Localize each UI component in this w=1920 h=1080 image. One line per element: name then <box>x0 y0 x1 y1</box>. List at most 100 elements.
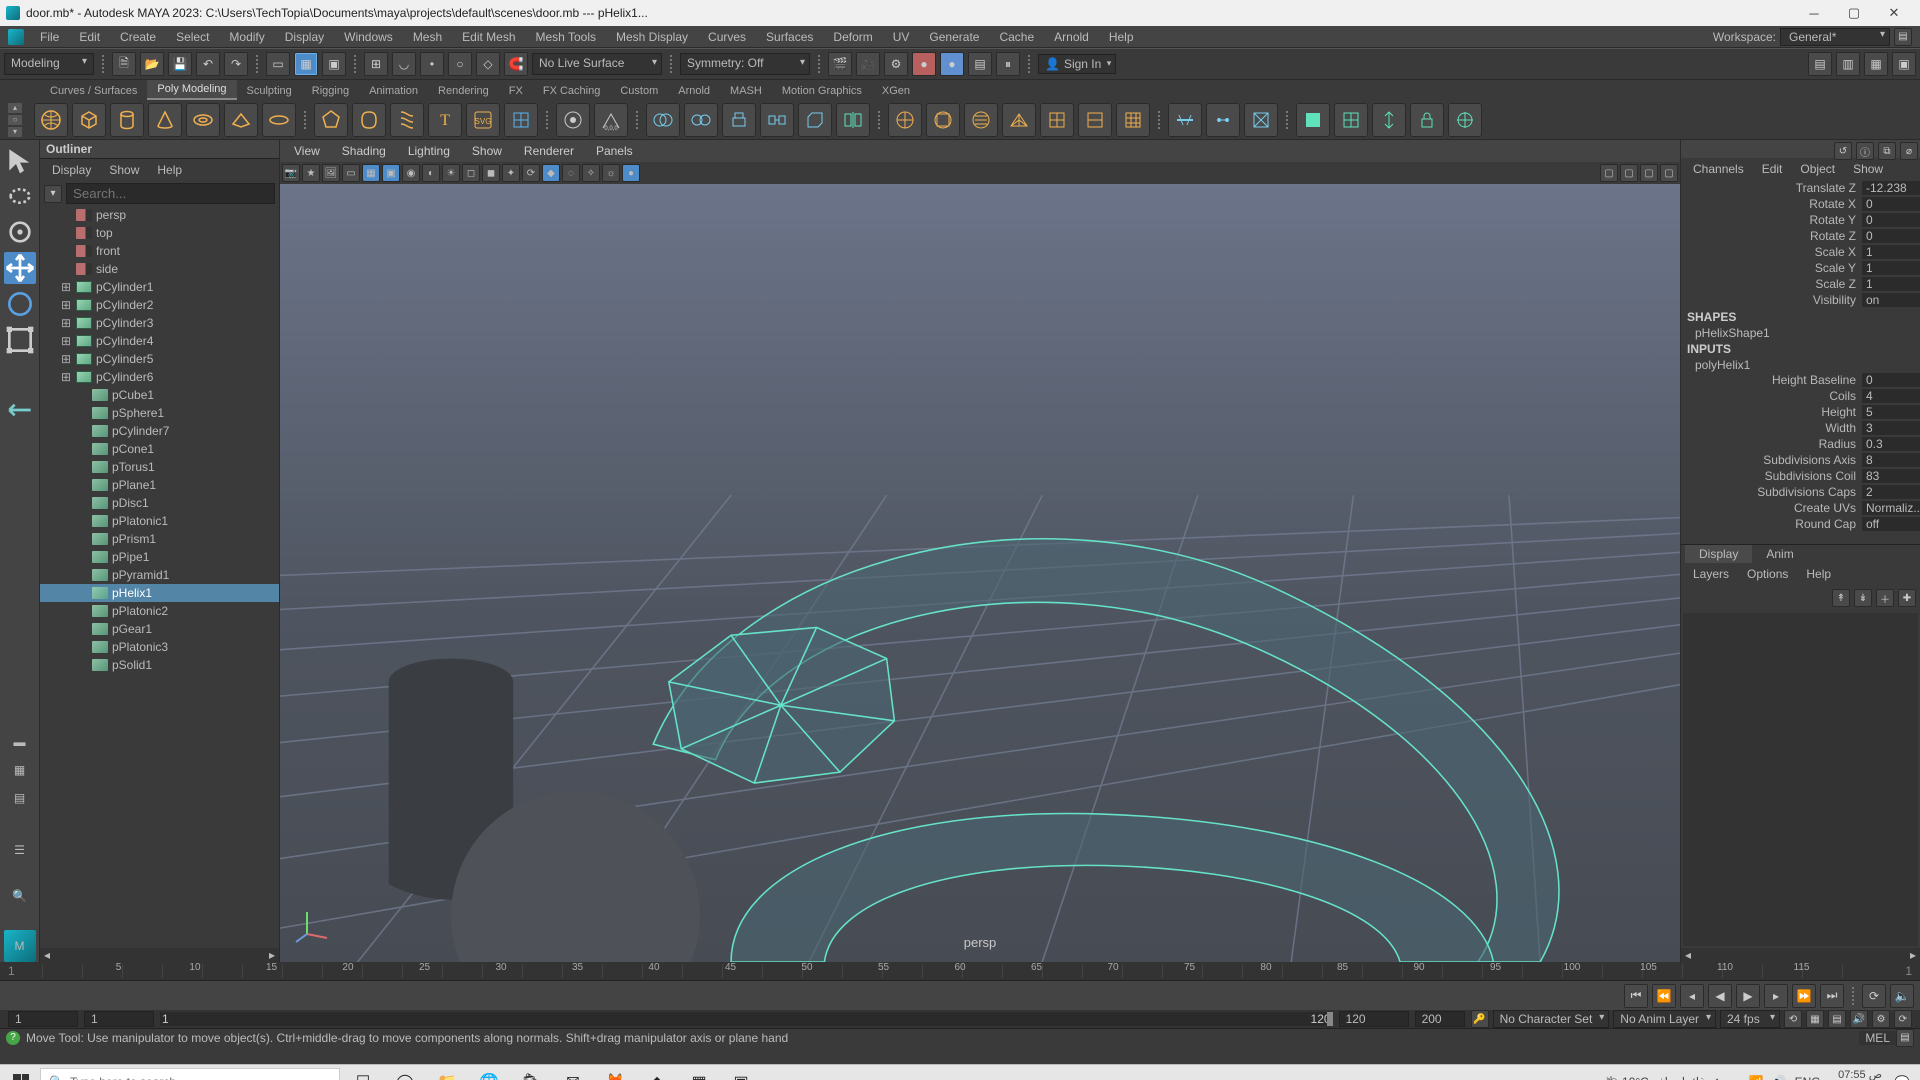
panel-toggle-toolsettings-icon[interactable]: ▥ <box>1836 52 1860 76</box>
shelf-tab-arnold[interactable]: Arnold <box>668 82 720 100</box>
character-set-dropdown[interactable]: No Character Set <box>1493 1010 1610 1028</box>
range-outer-start[interactable]: 1 <box>8 1011 78 1027</box>
play-backwards-icon[interactable]: ◀ <box>1708 984 1732 1008</box>
vptool-shaded-icon[interactable]: ◉ <box>402 164 420 182</box>
workspace-dropdown[interactable]: General* <box>1780 28 1890 46</box>
outliner-item[interactable]: pPlatonic3 <box>40 638 279 656</box>
range-extra[interactable]: 200 <box>1415 1011 1465 1027</box>
input-attr-value[interactable]: 5 <box>1862 405 1920 419</box>
menu-display[interactable]: Display <box>275 27 334 47</box>
step-back-frame-icon[interactable]: ◂ <box>1680 984 1704 1008</box>
input-attr-value[interactable]: Normaliz... <box>1862 501 1920 515</box>
shelf-remesh-icon[interactable] <box>1116 103 1150 137</box>
tray-chevron-icon[interactable]: ˄ <box>1714 1075 1721 1080</box>
menu-generate[interactable]: Generate <box>919 27 989 47</box>
outliner-item[interactable]: persp <box>40 206 279 224</box>
search-tool[interactable]: 🔍 <box>4 880 36 912</box>
loop-icon[interactable]: ⟳ <box>1862 984 1886 1008</box>
shelf-triangulate-icon[interactable] <box>1002 103 1036 137</box>
menu-modify[interactable]: Modify <box>219 27 274 47</box>
pause-icon[interactable]: ⏸ <box>996 52 1020 76</box>
shelf-tab-rendering[interactable]: Rendering <box>428 82 499 100</box>
ipr-render-icon[interactable]: 🎥 <box>856 52 880 76</box>
channel-value[interactable]: 0 <box>1862 229 1920 243</box>
vptool-2[interactable]: ▢ <box>1620 164 1638 182</box>
shelf-superellipse-icon[interactable] <box>352 103 386 137</box>
shelf-poly-torus-icon[interactable] <box>186 103 220 137</box>
tray-network-icon[interactable]: 📶 <box>1749 1075 1764 1080</box>
taskbar-app-misc2-icon[interactable]: ▣ <box>722 1068 760 1080</box>
vptool-shadows-icon[interactable]: ◻ <box>462 164 480 182</box>
range-opt5-icon[interactable]: ⟳ <box>1894 1010 1912 1028</box>
shelf-down-icon[interactable]: ▾ <box>8 127 22 137</box>
chtab-show[interactable]: Show <box>1845 160 1891 178</box>
fps-dropdown[interactable]: 24 fps <box>1720 1010 1780 1028</box>
taskbar-app-mail-icon[interactable]: ✉ <box>554 1068 592 1080</box>
shelf-tab-curvessurfaces[interactable]: Curves / Surfaces <box>40 82 147 100</box>
menu-help[interactable]: Help <box>1099 27 1144 47</box>
anim-layer-dropdown[interactable]: No Anim Layer <box>1613 1010 1716 1028</box>
shelf-svg-import-icon[interactable]: SVG <box>466 103 500 137</box>
snap-projected-icon[interactable]: ○ <box>448 52 472 76</box>
play-forwards-icon[interactable]: ▶ <box>1736 984 1760 1008</box>
chtab-object[interactable]: Object <box>1792 160 1843 178</box>
menu-editmesh[interactable]: Edit Mesh <box>452 27 525 47</box>
menu-curves[interactable]: Curves <box>698 27 756 47</box>
input-attr-value[interactable]: 2 <box>1862 485 1920 499</box>
layer-add-icon[interactable]: ＋ <box>1876 589 1894 607</box>
input-attr-value[interactable]: 0.3 <box>1862 437 1920 451</box>
taskbar-app-explorer-icon[interactable]: 📁 <box>428 1068 466 1080</box>
vptool-select-camera-icon[interactable]: 📷 <box>282 164 300 182</box>
new-scene-icon[interactable]: 🗎 <box>112 52 136 76</box>
panel-toggle-channelbox-icon[interactable]: ▤ <box>1808 52 1832 76</box>
vptool-ao-icon[interactable]: ◼ <box>482 164 500 182</box>
undo-icon[interactable]: ↶ <box>196 52 220 76</box>
outliner-item[interactable]: pCone1 <box>40 440 279 458</box>
menu-meshdisplay[interactable]: Mesh Display <box>606 27 698 47</box>
audio-icon[interactable]: 🔈 <box>1890 984 1914 1008</box>
layout-single-icon[interactable]: ▬ <box>8 730 32 754</box>
input-attr-value[interactable]: 3 <box>1862 421 1920 435</box>
shelf-poly-plane-icon[interactable] <box>224 103 258 137</box>
menu-mesh[interactable]: Mesh <box>403 27 452 47</box>
shelf-tab-mash[interactable]: MASH <box>720 82 772 100</box>
vptool-bookmark-icon[interactable]: ★ <box>302 164 320 182</box>
go-to-start-icon[interactable]: ⏮ <box>1624 984 1648 1008</box>
menu-cache[interactable]: Cache <box>989 27 1044 47</box>
channel-hscroll[interactable]: ◂▸ <box>1681 948 1920 962</box>
range-opt3-icon[interactable]: 🔊 <box>1850 1010 1868 1028</box>
shelf-normals-soft-icon[interactable] <box>1296 103 1330 137</box>
tab-anim[interactable]: Anim <box>1752 545 1807 563</box>
open-scene-icon[interactable]: 📂 <box>140 52 164 76</box>
outliner-item[interactable]: pCube1 <box>40 386 279 404</box>
vptool-gate-icon[interactable]: ▭ <box>342 164 360 182</box>
viewport-menu-show[interactable]: Show <box>462 142 512 160</box>
shelf-tab-animation[interactable]: Animation <box>359 82 428 100</box>
outliner-item[interactable]: pPlatonic1 <box>40 512 279 530</box>
outliner-list[interactable]: persptopfrontside⊞pCylinder1⊞pCylinder2⊞… <box>40 206 279 948</box>
time-start[interactable]: 1 <box>8 964 38 978</box>
range-opt1-icon[interactable]: ▦ <box>1806 1010 1824 1028</box>
shelf-tab-custom[interactable]: Custom <box>610 82 668 100</box>
hypershade-icon[interactable]: ● <box>912 52 936 76</box>
shelf-target-weld-icon[interactable] <box>1206 103 1240 137</box>
shelf-normals-hard-icon[interactable] <box>1334 103 1368 137</box>
time-end[interactable]: 1 <box>1882 964 1912 978</box>
snap-point-icon[interactable]: • <box>420 52 444 76</box>
viewport-menu-shading[interactable]: Shading <box>332 142 396 160</box>
outliner-item[interactable]: pGear1 <box>40 620 279 638</box>
live-surface-field[interactable]: No Live Surface <box>532 53 662 75</box>
menu-meshtools[interactable]: Mesh Tools <box>526 27 606 47</box>
shelf-mirror-icon[interactable] <box>836 103 870 137</box>
outliner-menu-display[interactable]: Display <box>44 161 99 179</box>
step-back-key-icon[interactable]: ⏪ <box>1652 984 1676 1008</box>
shelf-reset-pivot-icon[interactable]: 0,0,0 <box>594 103 628 137</box>
outliner-item[interactable]: top <box>40 224 279 242</box>
outliner-item[interactable]: pPyramid1 <box>40 566 279 584</box>
shelf-normals-lock-icon[interactable] <box>1410 103 1444 137</box>
menu-uv[interactable]: UV <box>883 27 920 47</box>
shelf-multicut-icon[interactable] <box>1168 103 1202 137</box>
symmetry-dropdown[interactable]: Symmetry: Off <box>680 53 810 75</box>
snap-plane-icon[interactable]: ◇ <box>476 52 500 76</box>
shelf-poly-cylinder-icon[interactable] <box>110 103 144 137</box>
